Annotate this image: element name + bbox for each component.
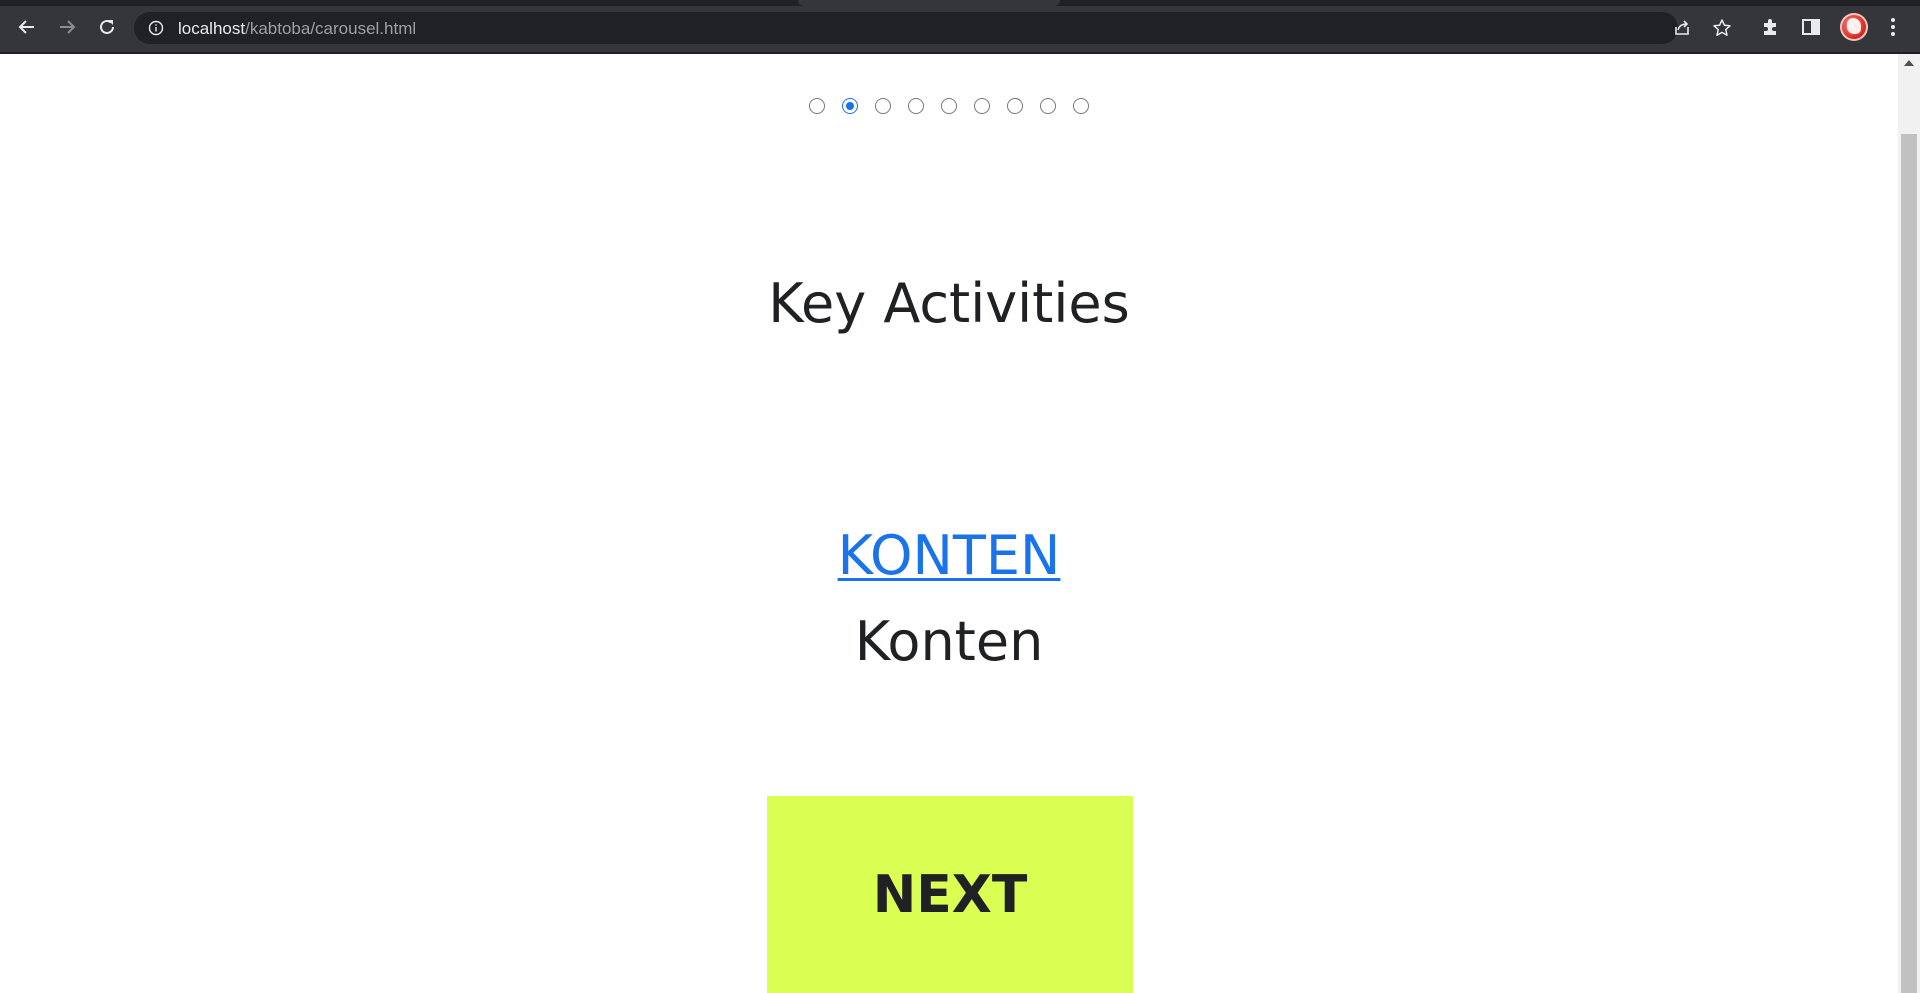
carousel-dot[interactable] — [974, 98, 990, 114]
slide-link-container: KONTEN — [0, 524, 1898, 589]
slide-subtitle: Konten — [854, 610, 1044, 673]
active-tab[interactable] — [798, 0, 1060, 6]
url-host: localhost — [178, 19, 246, 38]
page-viewport: Key Activities KONTEN Konten NEXT — [0, 54, 1920, 993]
scroll-up-arrow[interactable] — [1904, 60, 1914, 66]
url-path: /kabtoba/carousel.html — [245, 19, 417, 38]
scrollbar[interactable] — [1898, 54, 1920, 993]
carousel-dot[interactable] — [941, 98, 957, 114]
back-button[interactable] — [14, 14, 40, 40]
address-bar[interactable]: localhost/kabtoba/carousel.html — [134, 12, 1689, 44]
info-icon[interactable] — [148, 20, 164, 36]
forward-arrow-icon — [60, 20, 76, 34]
share-icon[interactable] — [1672, 18, 1692, 38]
avatar[interactable] — [1840, 13, 1868, 41]
reload-icon — [100, 19, 114, 34]
slide-title: Key Activities — [768, 272, 1130, 335]
url-text[interactable]: localhost/kabtoba/carousel.html — [178, 19, 416, 39]
browser-toolbar: localhost/kabtoba/carousel.html — [0, 0, 1920, 54]
carousel-dot[interactable] — [1040, 98, 1056, 114]
kebab-menu-icon[interactable] — [1882, 16, 1904, 38]
back-arrow-icon — [18, 20, 34, 34]
carousel-indicators — [0, 98, 1898, 114]
next-button[interactable]: NEXT — [767, 796, 1133, 993]
avatar-image — [1847, 18, 1861, 34]
star-icon[interactable] — [1712, 18, 1732, 38]
konten-link[interactable]: KONTEN — [838, 524, 1061, 587]
scroll-thumb[interactable] — [1901, 134, 1917, 993]
carousel-dot[interactable] — [875, 98, 891, 114]
forward-button[interactable] — [54, 14, 80, 40]
carousel-dot[interactable] — [1073, 98, 1089, 114]
carousel-dot[interactable] — [842, 98, 858, 114]
puzzle-icon[interactable] — [1760, 16, 1782, 38]
reload-button[interactable] — [94, 14, 120, 40]
carousel-dot[interactable] — [908, 98, 924, 114]
carousel-dot[interactable] — [809, 98, 825, 114]
carousel-dot[interactable] — [1007, 98, 1023, 114]
side-panel-icon[interactable] — [1800, 16, 1822, 38]
